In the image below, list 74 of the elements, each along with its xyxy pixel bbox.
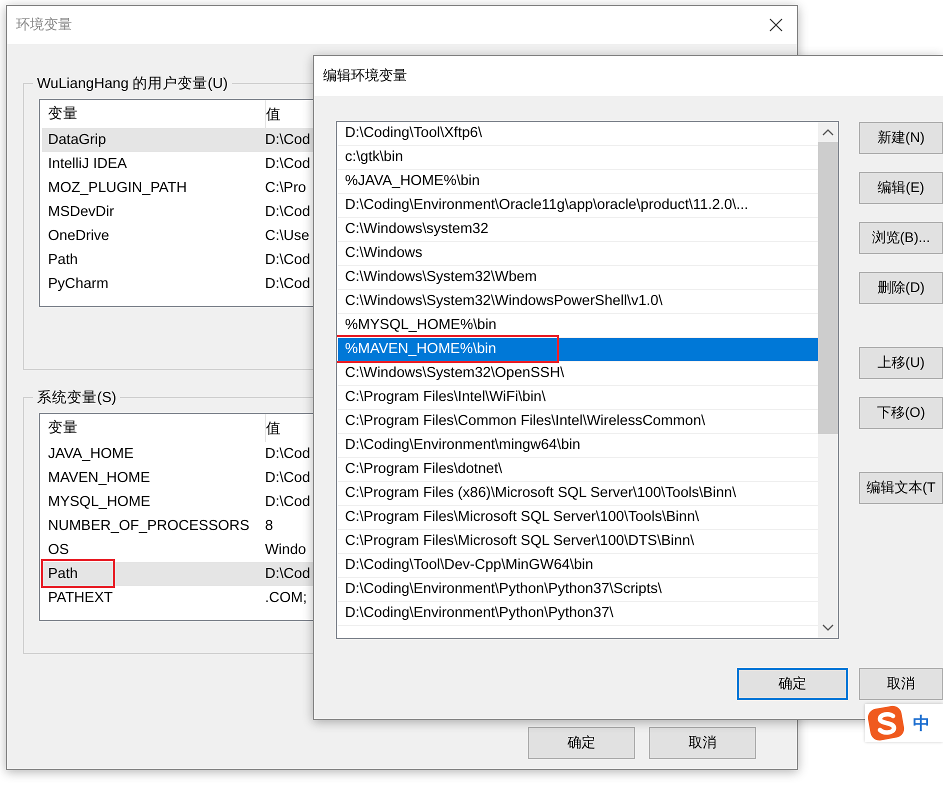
list-item[interactable]: %JAVA_HOME%\bin [338,170,818,194]
table-cell-text: NUMBER_OF_PROCESSORS [47,518,250,534]
table-cell-text: MAVEN_HOME [47,470,152,486]
table-cell: Path [42,566,265,582]
input-mode-label: 中 [913,712,930,734]
table-cell: D:\Cod [265,276,310,292]
scrollbar[interactable] [818,122,838,638]
dialog-button[interactable]: 取消 [859,668,943,700]
column-header[interactable]: 值 [266,104,281,124]
list-item[interactable]: c:\gtk\bin [338,146,818,170]
dialog-button[interactable]: 确定 [528,727,635,759]
list-item[interactable]: C:\Windows [338,242,818,266]
table-cell-text: MOZ_PLUGIN_PATH [47,180,188,196]
list-item[interactable]: D:\Coding\Tool\Dev-Cpp\MinGW64\bin [338,554,818,578]
table-cell-text: OS [47,542,70,558]
table-cell-text: PATHEXT [47,590,114,606]
side-button[interactable]: 编辑(E) [859,172,943,204]
table-cell-text: PyCharm [47,276,110,292]
list-item[interactable]: D:\Coding\Environment\Oracle11g\app\oracle\product\11.2.0\... [338,194,818,218]
logo-icon [867,703,907,743]
table-cell: D:\Cod [265,132,310,148]
table-cell: D:\Cod [265,156,310,172]
scroll-thumb[interactable] [818,142,838,434]
table-cell: D:\Cod [265,446,310,462]
side-button[interactable]: 浏览(B)... [859,222,943,254]
list-item[interactable]: C:\Program Files\Common Files\Intel\WirelessCommon\ [338,410,818,434]
list-item[interactable]: D:\Coding\Environment\Python\Python37\Scripts\ [338,578,818,602]
dialog-button[interactable]: 确定 [737,668,848,700]
ime-indicator[interactable]: 中 [865,704,943,742]
window-title: 编辑环境变量 [323,67,407,85]
table-cell-text: IntelliJ IDEA [47,156,128,172]
list-item[interactable]: C:\Windows\System32\OpenSSH\ [338,362,818,386]
table-cell: D:\Cod [265,494,310,510]
table-cell: 8 [265,518,274,534]
dialog-button[interactable]: 取消 [649,727,756,759]
table-cell: .COM; [265,590,307,606]
table-cell-text: DataGrip [47,132,108,148]
list-item[interactable]: C:\Windows\system32 [338,218,818,242]
list-item[interactable]: %MAVEN_HOME%\bin [338,338,818,362]
close-icon[interactable] [769,18,783,32]
list-item[interactable]: D:\Coding\Environment\mingw64\bin [338,434,818,458]
side-button[interactable]: 下移(O) [859,397,943,429]
list-item[interactable]: C:\Program Files\Intel\WiFi\bin\ [338,386,818,410]
table-cell: D:\Cod [265,204,310,220]
group-label: WuLiangHang 的用户变量(U) [36,74,229,93]
list-item[interactable]: D:\Coding\Environment\Python\Python37\ [338,602,818,626]
list-item[interactable]: D:\Coding\Tool\Xftp6\ [338,122,818,146]
table-cell-text: MYSQL_HOME [47,494,152,510]
chevron-down-icon [822,624,834,632]
list-item[interactable]: C:\Program Files\dotnet\ [338,458,818,482]
table-cell: C:\Use [265,228,310,244]
side-button[interactable]: 编辑文本(T [859,472,943,504]
list-item[interactable]: C:\Windows\System32\Wbem [338,266,818,290]
table-cell: C:\Pro [265,180,306,196]
group-label: 系统变量(S) [36,388,118,407]
column-header[interactable]: 变量 [40,414,266,442]
table-cell: D:\Cod [265,470,310,486]
table-cell-text: Path [47,252,79,268]
table-cell: Windo [265,542,306,558]
side-button[interactable]: 上移(U) [859,347,943,379]
table-cell-text: OneDrive [47,228,110,244]
window-title: 环境变量 [16,16,72,34]
side-button[interactable]: 删除(D) [859,272,943,304]
list-item[interactable]: C:\Program Files\Microsoft SQL Server\100\Tools\Binn\ [338,506,818,530]
list-item[interactable]: C:\Program Files\Microsoft SQL Server\100\DTS\Binn\ [338,530,818,554]
list-item[interactable]: C:\Program Files (x86)\Microsoft SQL Server\100\Tools\Binn\ [338,482,818,506]
table-cell-text: JAVA_HOME [47,446,135,462]
chevron-up-icon [822,128,834,136]
side-button[interactable]: 新建(N) [859,122,943,154]
table-cell-text: MSDevDir [47,204,116,220]
table-cell: D:\Cod [265,252,310,268]
column-header[interactable]: 值 [266,418,281,438]
table-cell: D:\Cod [265,566,310,582]
list-item[interactable]: C:\Windows\System32\WindowsPowerShell\v1.0\ [338,290,818,314]
